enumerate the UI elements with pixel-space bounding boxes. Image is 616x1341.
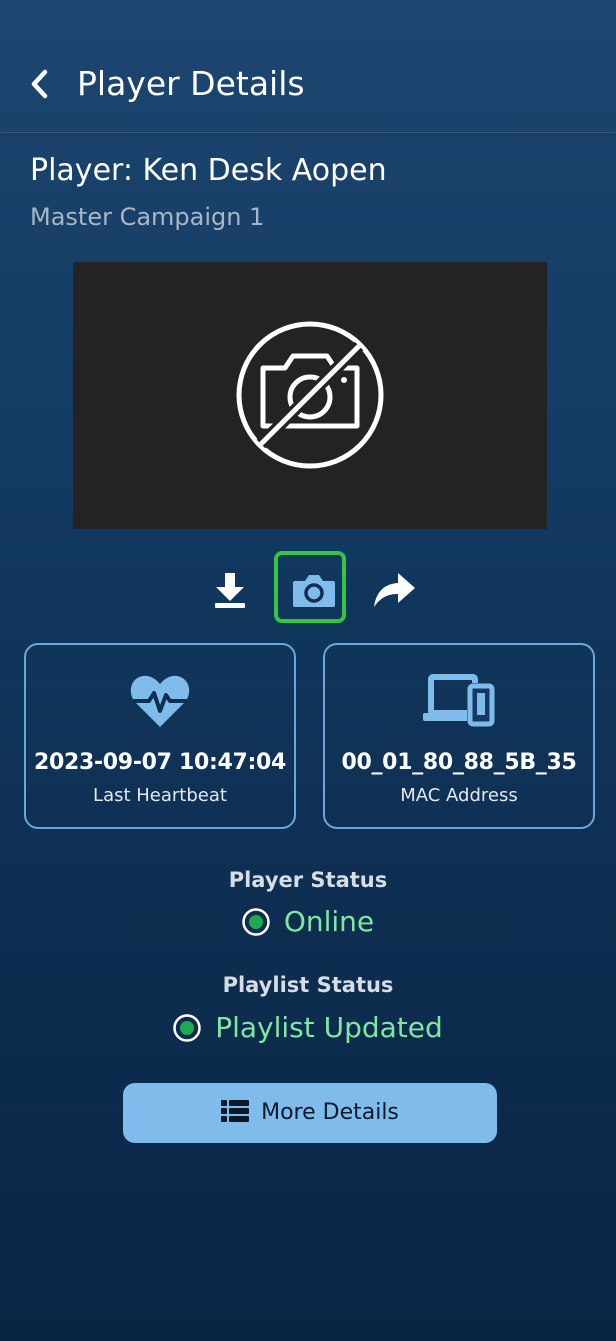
more-details-label: More Details — [261, 1100, 399, 1125]
last-heartbeat-value: 2023-09-07 10:47:04 — [33, 750, 287, 775]
last-heartbeat-label: Last Heartbeat — [93, 785, 227, 806]
player-name: Player: Ken Desk Aopen — [30, 153, 387, 188]
mac-address-card: 00_01_80_88_5B_35 MAC Address — [323, 643, 595, 829]
last-heartbeat-card: 2023-09-07 10:47:04 Last Heartbeat — [24, 643, 296, 829]
list-icon — [221, 1100, 250, 1122]
playlist-status-row: Playlist Updated — [0, 1008, 616, 1048]
status-dot-icon — [173, 1014, 201, 1042]
camera-icon — [293, 575, 335, 607]
app-header: Player Details — [0, 0, 616, 133]
take-screenshot-button[interactable] — [274, 551, 346, 623]
chevron-left-icon[interactable] — [30, 68, 50, 100]
more-details-button[interactable]: More Details — [123, 1083, 497, 1143]
player-status-heading: Player Status — [228, 868, 388, 892]
no-camera-icon — [236, 321, 384, 469]
player-status-value: Online — [283, 905, 375, 938]
playlist-status-value: Playlist Updated — [215, 1011, 443, 1044]
download-icon[interactable] — [213, 571, 247, 609]
playlist-status-heading: Playlist Status — [222, 973, 394, 997]
heartbeat-icon — [130, 675, 190, 727]
page-title: Player Details — [77, 64, 305, 103]
mac-address-value: 00_01_80_88_5B_35 — [341, 750, 577, 775]
campaign-name: Master Campaign 1 — [30, 203, 265, 231]
player-status-row: Online — [0, 902, 616, 942]
screenshot-preview — [73, 262, 547, 529]
status-dot-icon — [242, 908, 270, 936]
devices-icon — [423, 674, 495, 727]
mac-address-label: MAC Address — [400, 785, 518, 806]
share-icon[interactable] — [372, 571, 416, 609]
